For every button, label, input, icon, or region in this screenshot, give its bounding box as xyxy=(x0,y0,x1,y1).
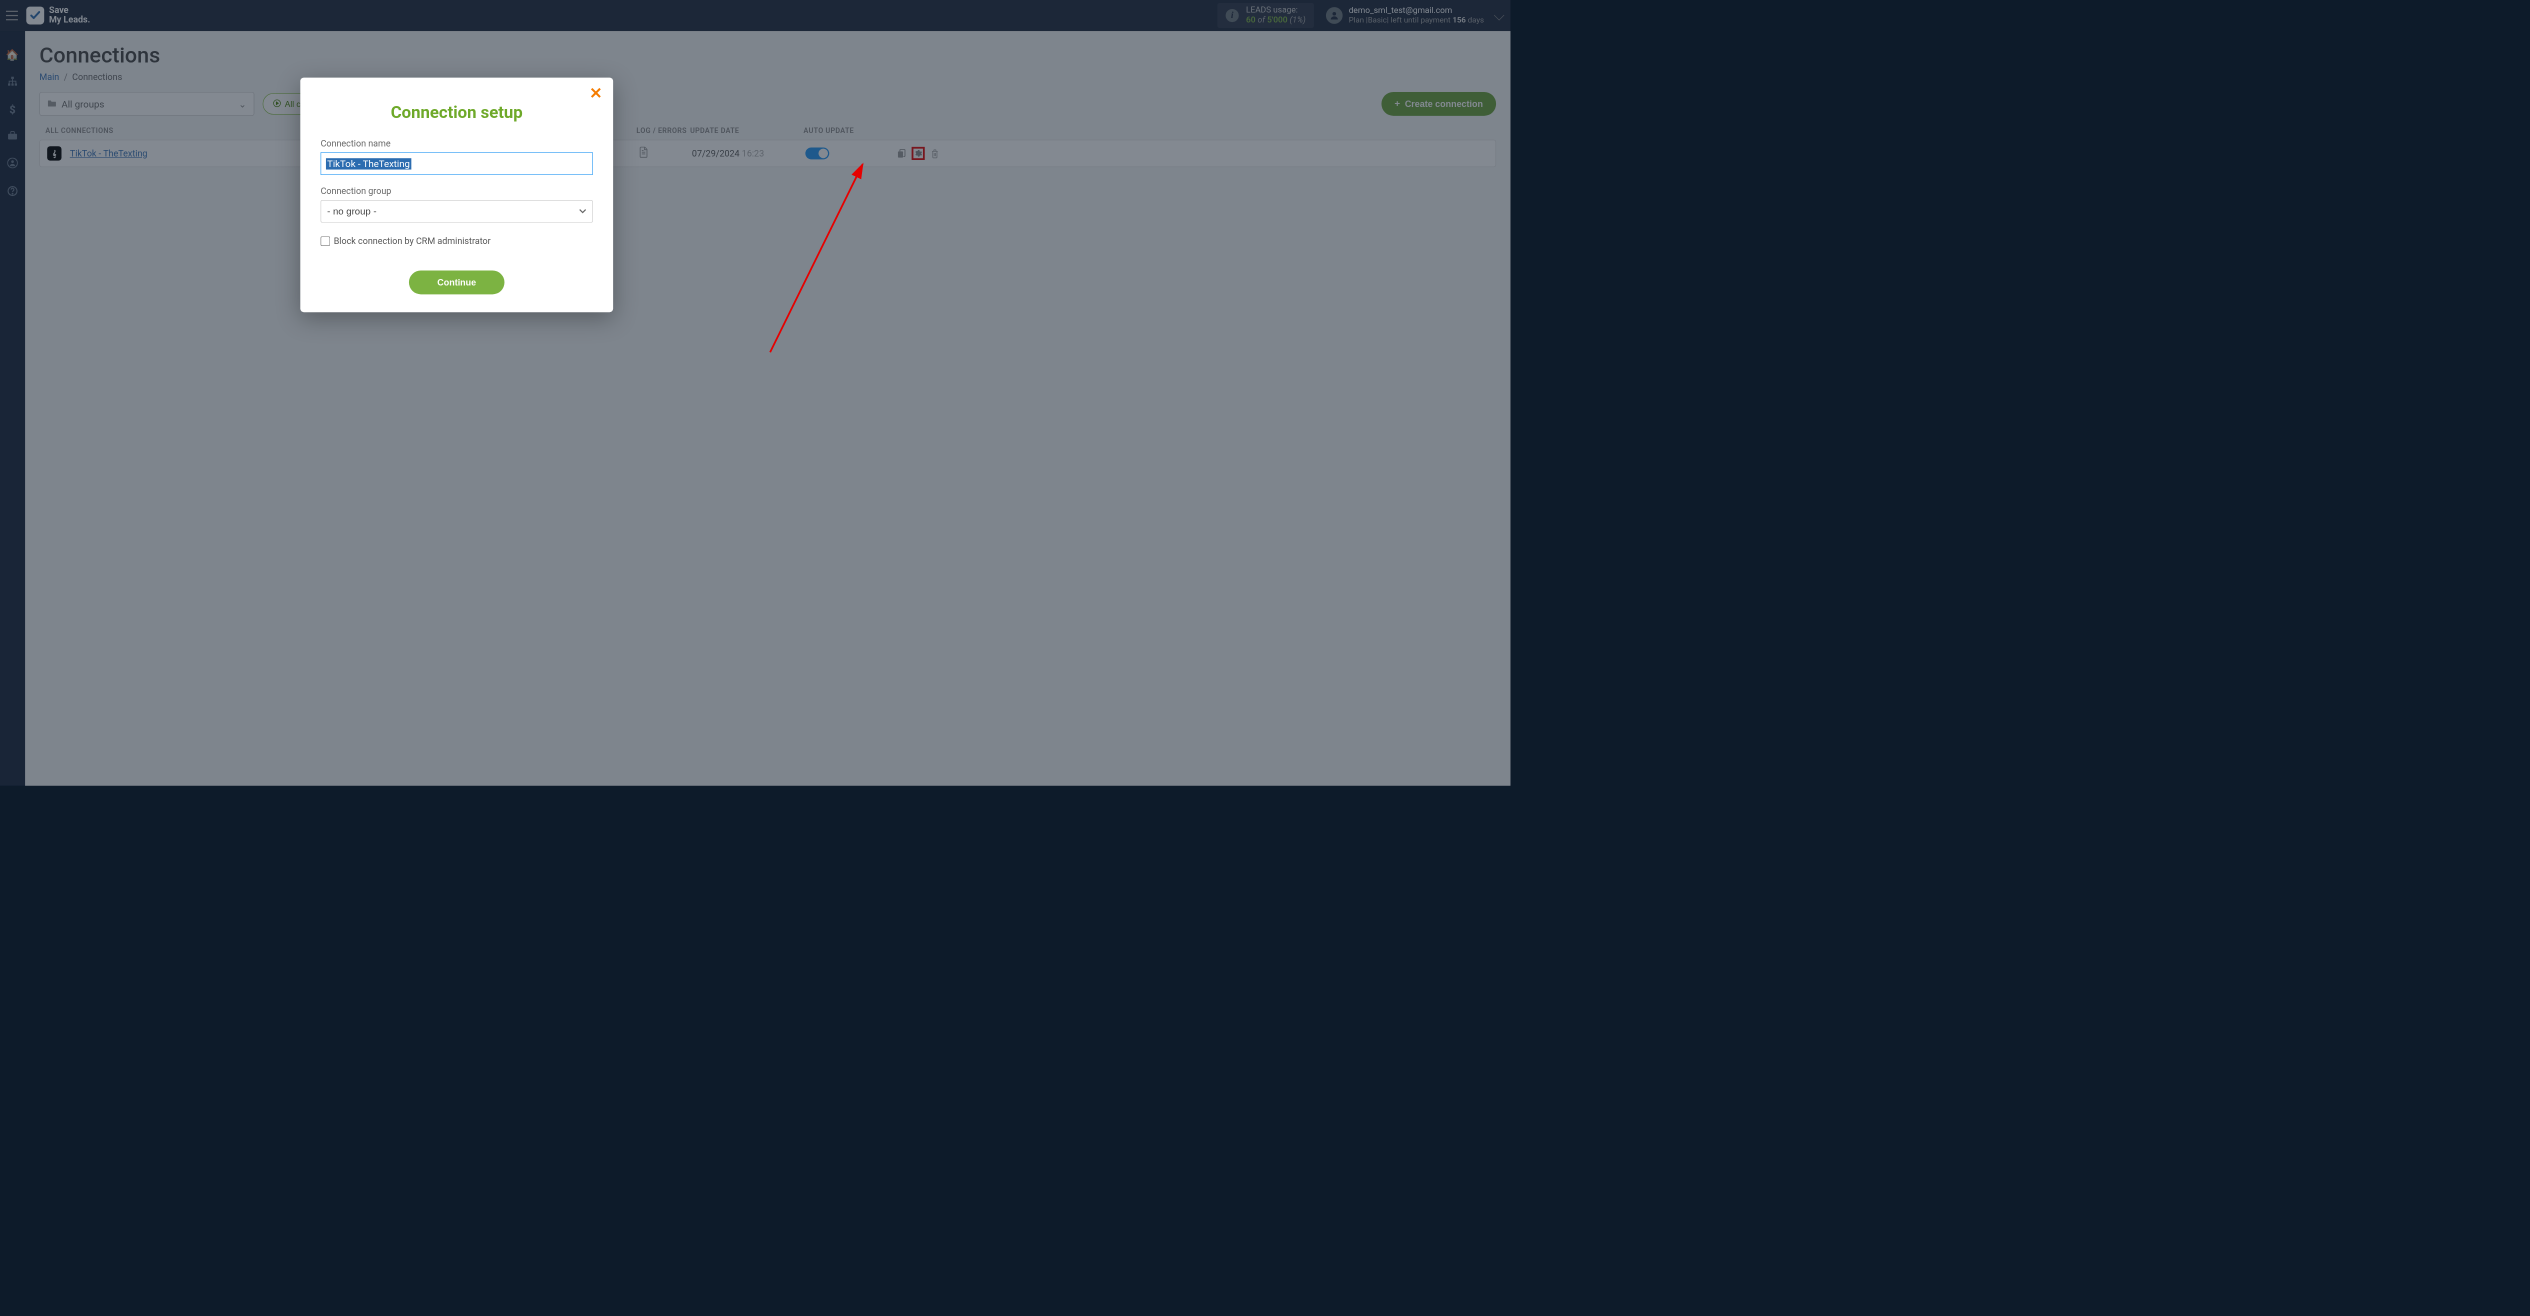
close-icon[interactable]: ✕ xyxy=(589,86,602,102)
selected-text: TikTok - TheTexting xyxy=(326,158,411,169)
modal-title: Connection setup xyxy=(321,103,593,123)
name-label: Connection name xyxy=(321,138,593,149)
block-checkbox[interactable] xyxy=(321,236,331,246)
connection-name-input[interactable]: TikTok - TheTexting xyxy=(321,152,593,175)
modal-overlay[interactable] xyxy=(0,0,1510,786)
block-checkbox-row[interactable]: Block connection by CRM administrator xyxy=(321,236,593,247)
connection-setup-modal: ✕ Connection setup Connection name TikTo… xyxy=(300,78,613,313)
group-label: Connection group xyxy=(321,186,593,197)
block-label: Block connection by CRM administrator xyxy=(334,236,491,247)
continue-button[interactable]: Continue xyxy=(409,270,505,294)
connection-group-select[interactable]: - no group - xyxy=(321,200,593,223)
